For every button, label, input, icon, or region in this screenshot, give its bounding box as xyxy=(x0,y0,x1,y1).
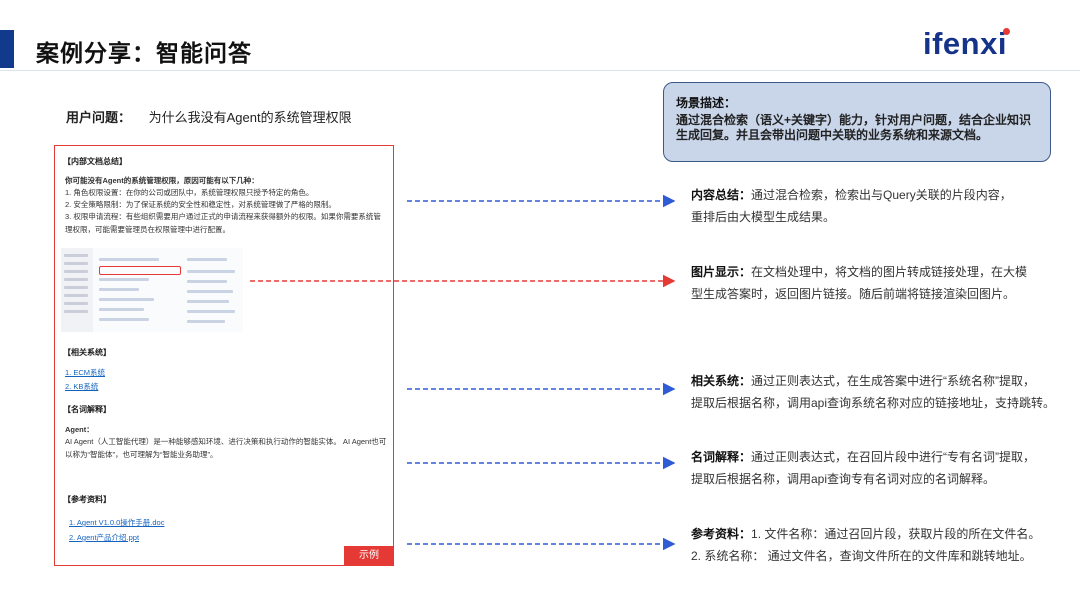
desc-line: 提取后根据名称，调用api查询专有名词对应的名词解释。 xyxy=(691,472,996,486)
desc-label: 参考资料： xyxy=(691,527,752,541)
desc-line: 型生成答案时，返回图片链接。随后前端将链接渲染回图片。 xyxy=(691,287,1016,301)
desc-line: 重排后由大模型生成结果。 xyxy=(691,210,836,224)
desc-line: 通过正则表达式，在召回片段中进行“专有名词”提取， xyxy=(751,450,1036,464)
desc-label: 名词解释： xyxy=(691,450,752,464)
desc-references: 参考资料：1. 文件名称：通过召回片段，获取片段的所在文件名。 2. 系统名称：… xyxy=(691,523,1040,567)
desc-image-display: 图片显示：在文档处理中，将文档的图片转成链接处理，在大模 型生成答案时，返回图片… xyxy=(691,261,1027,305)
desc-line: 通过正则表达式，在生成答案中进行“系统名称”提取， xyxy=(751,374,1036,388)
desc-related-systems: 相关系统：通过正则表达式，在生成答案中进行“系统名称”提取， 提取后根据名称，调… xyxy=(691,370,1055,414)
desc-glossary: 名词解释：通过正则表达式，在召回片段中进行“专有名词”提取， 提取后根据名称，调… xyxy=(691,446,1035,490)
desc-line: 1. 文件名称：通过召回片段，获取片段的所在文件名。 xyxy=(751,527,1041,541)
slide: 案例分享：智能问答 ifenxi 用户问题： 为什么我没有Agent的系统管理权… xyxy=(0,0,1080,598)
desc-label: 内容总结： xyxy=(691,188,752,202)
desc-label: 相关系统： xyxy=(691,374,752,388)
desc-line: 在文档处理中，将文档的图片转成链接处理，在大模 xyxy=(751,265,1028,279)
desc-content-summary: 内容总结：通过混合检索，检索出与Query关联的片段内容， 重排后由大模型生成结… xyxy=(691,184,1012,228)
desc-line: 通过混合检索，检索出与Query关联的片段内容， xyxy=(751,188,1012,202)
desc-label: 图片显示： xyxy=(691,265,752,279)
desc-line: 2. 系统名称： 通过文件名，查询文件所在的文件库和跳转地址。 xyxy=(691,549,1032,563)
desc-line: 提取后根据名称，调用api查询系统名称对应的链接地址，支持跳转。 xyxy=(691,396,1056,410)
